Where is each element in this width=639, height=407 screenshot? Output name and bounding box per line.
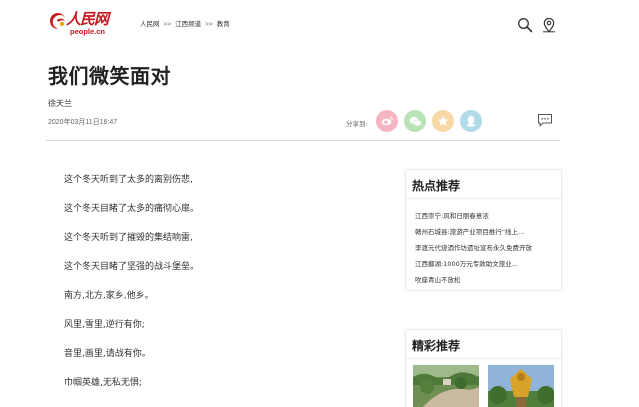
hot-item[interactable]: 吹座青山不放松 — [415, 274, 555, 284]
article-paragraph: 巾帼英雄,无私无惧; — [64, 378, 142, 388]
breadcrumb-people[interactable]: 人民网 — [140, 21, 160, 28]
article-title: 我们微笑面对 — [48, 64, 171, 88]
article-paragraph: 这个冬天听到了太多的离别伤悲, — [64, 175, 193, 185]
breadcrumb: 人民网 >> 江西频道 >> 教育 — [140, 18, 230, 28]
featured-thumbnail-2[interactable] — [488, 365, 554, 407]
featured-thumbnail-1[interactable] — [413, 365, 479, 407]
qq-icon — [466, 115, 476, 127]
people-logo[interactable]: 人民网 people.cn — [46, 8, 109, 38]
breadcrumb-jiangxi[interactable]: 江西频道 — [175, 21, 201, 28]
search-icon[interactable] — [517, 17, 533, 33]
article-paragraph: 音里,画里,请战有你。 — [64, 349, 151, 359]
article-paragraph: 这个冬天听到了摧毁的集结响雷, — [64, 233, 193, 243]
panel-divider — [406, 198, 561, 199]
logo-text-cn: 人民网 — [66, 10, 109, 28]
article-paragraph: 南方,北方,家乡,他乡。 — [64, 291, 154, 301]
comment-icon[interactable] — [537, 113, 553, 127]
logo-text-en: people.cn — [70, 27, 106, 36]
hot-recommend-panel: 热点推荐 江西崇宁:风和日丽春意浓 赣州石城县:旅游产业项目推行“线上... 李… — [406, 170, 561, 290]
site-header: 人民网 people.cn 人民网 >> 江西频道 >> 教育 — [0, 0, 639, 46]
share-weibo-button[interactable] — [376, 110, 398, 132]
share-label: 分享到: — [346, 120, 368, 128]
garden-photo — [413, 365, 479, 407]
hot-item[interactable]: 赣州石城县:旅游产业项目推行“线上... — [415, 226, 555, 236]
featured-title: 精彩推荐 — [412, 339, 461, 353]
article-date: 2020年03月11日16:47 — [48, 119, 118, 126]
article-paragraph: 这个冬天目睹了坚强的战斗堡垒。 — [64, 262, 200, 272]
article-author: 徐天兰 — [48, 99, 72, 108]
hot-item[interactable]: 江西鄱湖:1000万元专款助文旅业... — [415, 258, 555, 268]
panel-divider — [406, 358, 561, 359]
share-qq-button[interactable] — [460, 110, 482, 132]
article-page: 人民网 people.cn 人民网 >> 江西频道 >> 教育 我们微笑面对 徐天兰 2… — [0, 0, 639, 407]
qzone-icon — [437, 115, 449, 126]
share-wechat-button[interactable] — [404, 110, 426, 132]
location-pin-icon[interactable] — [541, 17, 557, 33]
breadcrumb-separator: >> — [163, 21, 172, 28]
featured-panel: 精彩推荐 — [406, 330, 561, 407]
breadcrumb-separator: >> — [205, 21, 213, 28]
article-paragraph: 这个冬天目睹了太多的痛彻心扉。 — [64, 204, 200, 214]
breadcrumb-education[interactable]: 教育 — [217, 21, 230, 28]
share-qzone-button[interactable] — [432, 110, 454, 132]
people-logo-icon — [50, 13, 65, 29]
hot-item[interactable]: 李渡元代烧酒作坊遗址宣布永久免费开放 — [415, 242, 555, 252]
weibo-icon — [381, 116, 393, 126]
header-divider — [46, 140, 560, 141]
sculpture-photo — [488, 365, 554, 407]
hot-recommend-title: 热点推荐 — [412, 179, 461, 193]
wechat-icon — [409, 116, 422, 126]
hot-item[interactable]: 江西崇宁:风和日丽春意浓 — [415, 210, 555, 220]
article-paragraph: 风里,雪里,逆行有你; — [64, 320, 145, 330]
